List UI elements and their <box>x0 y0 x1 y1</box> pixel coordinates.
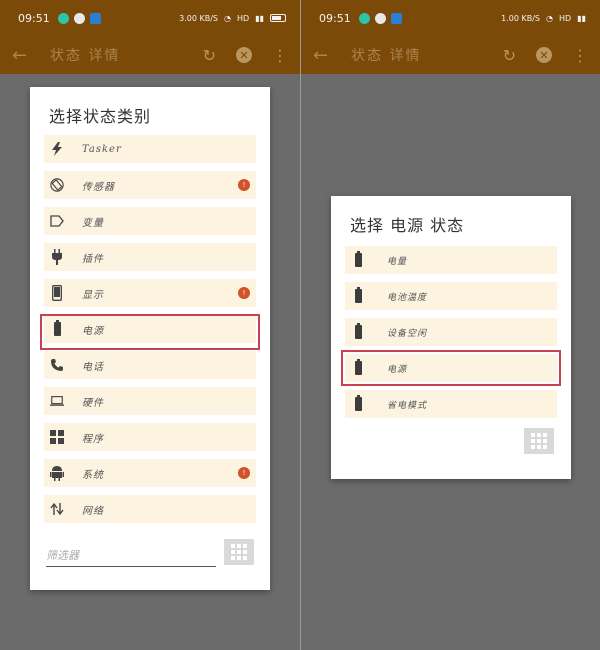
network-type: HD <box>237 13 250 23</box>
undo-icon[interactable]: ↻ <box>503 46 516 65</box>
network-type: HD <box>559 13 572 23</box>
wifi-icon: ◔ <box>546 13 553 23</box>
android-icon <box>50 465 64 481</box>
signal-icon: ▮▮ <box>255 13 264 23</box>
notification-icon <box>57 12 69 24</box>
call-icon <box>50 357 64 373</box>
close-icon[interactable]: ✕ <box>236 47 252 63</box>
selection-highlight <box>40 314 260 350</box>
undo-icon[interactable]: ↻ <box>203 46 216 65</box>
plug-icon <box>50 249 64 265</box>
list-item-hardware[interactable]: 硬件 <box>44 387 256 415</box>
list-item-label: 省电模式 <box>387 400 428 411</box>
apps-icon <box>50 429 64 445</box>
status-bar: 09:51 3.00 KB/S ◔ HD ▮▮ <box>0 0 300 36</box>
app-bar: ← 状态 详情 ↻ ✕ ⋮ <box>0 36 300 74</box>
status-time: 09:51 <box>18 11 50 25</box>
list-item-plugin[interactable]: 插件 <box>44 243 256 271</box>
lightning-icon <box>50 141 64 157</box>
notification-icon <box>390 12 402 24</box>
warning-badge: ! <box>238 467 250 479</box>
back-arrow-icon[interactable]: ← <box>313 45 339 66</box>
list-item-label: 设备空闲 <box>387 328 428 339</box>
grid-icon <box>531 433 547 449</box>
tag-icon <box>50 213 64 229</box>
back-arrow-icon[interactable]: ← <box>12 45 38 66</box>
list-item-label: 变量 <box>82 217 104 229</box>
notification-icon <box>358 12 370 24</box>
list-item-label: 程序 <box>82 433 104 445</box>
notification-icon <box>73 12 85 24</box>
list-item-network[interactable]: 网络 <box>44 495 256 523</box>
battery-status-icon <box>270 14 286 22</box>
list-item-label: 系统 <box>82 469 104 481</box>
sync-arrows-icon <box>50 501 64 517</box>
phone-icon <box>50 285 64 301</box>
battery-icon <box>351 323 365 340</box>
close-icon[interactable]: ✕ <box>536 47 552 63</box>
app-bar-title: 状态 详情 <box>351 48 422 64</box>
status-bar: 09:51 1.00 KB/S ◔ HD ▮▮ <box>301 0 600 36</box>
list-item-label: 网络 <box>82 505 104 517</box>
wifi-icon: ◔ <box>224 13 231 23</box>
selection-highlight <box>341 350 561 386</box>
app-bar-title: 状态 详情 <box>50 48 121 64</box>
list-item-label: 硬件 <box>82 397 104 409</box>
grid-view-button[interactable] <box>524 428 554 454</box>
list-item-label: 显示 <box>82 289 104 301</box>
data-rate: 3.00 KB/S <box>179 13 219 23</box>
data-rate: 1.00 KB/S <box>501 13 541 23</box>
list-item-phone[interactable]: 电话 <box>44 351 256 379</box>
list-item-label: 插件 <box>82 253 104 265</box>
right-screen: 09:51 1.00 KB/S ◔ HD ▮▮ ← 状态 详情 ↻ ✕ ⋮ 选择… <box>300 0 600 650</box>
more-menu-icon[interactable]: ⋮ <box>572 46 588 65</box>
power-state-dialog: 选择 电源 状态 电量 电池温度 设备空闲 电源 省电模式 <box>331 196 571 479</box>
laptop-icon <box>50 393 64 409</box>
list-item-system[interactable]: 系统 ! <box>44 459 256 487</box>
list-item-label: 电池温度 <box>387 292 428 303</box>
grid-view-button[interactable] <box>224 539 254 565</box>
app-bar: ← 状态 详情 ↻ ✕ ⋮ <box>301 36 600 74</box>
battery-icon <box>351 251 365 268</box>
signal-icon: ▮▮ <box>577 13 586 23</box>
rotate-icon <box>50 177 64 193</box>
battery-icon <box>351 395 365 412</box>
battery-icon <box>351 287 365 304</box>
status-time: 09:51 <box>319 11 351 25</box>
more-menu-icon[interactable]: ⋮ <box>272 46 288 65</box>
list-item-apps[interactable]: 程序 <box>44 423 256 451</box>
list-item-variable[interactable]: 变量 <box>44 207 256 235</box>
dialog-title: 选择状态类别 <box>49 107 152 126</box>
notification-icon <box>374 12 386 24</box>
filter-input[interactable]: 筛选器 <box>46 541 216 567</box>
list-item-label: 电话 <box>82 361 104 373</box>
list-item-power-saving[interactable]: 省电模式 <box>345 390 557 418</box>
notification-icon <box>89 12 101 24</box>
list-item-battery-level[interactable]: 电量 <box>345 246 557 274</box>
list-item-device-idle[interactable]: 设备空闲 <box>345 318 557 346</box>
list-item-label: 传感器 <box>82 181 115 193</box>
grid-icon <box>231 544 247 560</box>
warning-badge: ! <box>238 287 250 299</box>
list-item-label: Tasker <box>82 143 122 155</box>
left-screen: 09:51 3.00 KB/S ◔ HD ▮▮ ← 状态 详情 ↻ ✕ ⋮ 选择… <box>0 0 300 650</box>
list-item-sensor[interactable]: 传感器 ! <box>44 171 256 199</box>
list-item-display[interactable]: 显示 ! <box>44 279 256 307</box>
list-item-battery-temp[interactable]: 电池温度 <box>345 282 557 310</box>
list-item-tasker[interactable]: Tasker <box>44 135 256 163</box>
category-dialog: 选择状态类别 Tasker 传感器 ! 变量 插件 显示 ! 电源 电话 硬件 … <box>30 87 270 590</box>
warning-badge: ! <box>238 179 250 191</box>
list-item-label: 电量 <box>387 256 408 267</box>
dialog-title: 选择 电源 状态 <box>350 216 465 235</box>
